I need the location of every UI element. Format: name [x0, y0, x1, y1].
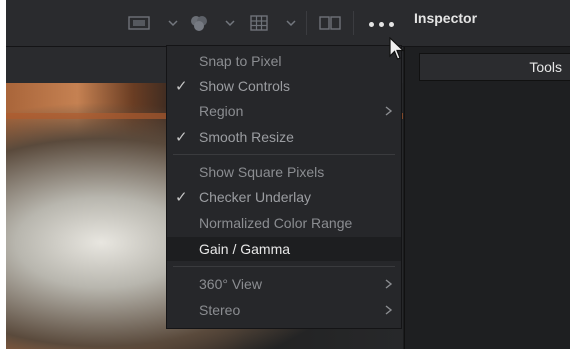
color-channels-icon[interactable]	[186, 14, 212, 32]
check-icon	[175, 211, 189, 235]
chevron-down-icon[interactable]	[225, 15, 235, 27]
chevron-right-icon	[385, 279, 393, 289]
grid-icon[interactable]	[248, 14, 270, 32]
mouse-pointer-icon	[389, 37, 405, 60]
split-view-icon[interactable]	[318, 14, 342, 32]
menu-item-show-square-pixels[interactable]: Show Square Pixels	[167, 160, 401, 184]
menu-item-label: Region	[199, 103, 244, 119]
app-window: Inspector Tools Snap to Pixel ✓ Show Con…	[0, 0, 570, 349]
menu-item-label: Gain / Gamma	[199, 241, 291, 257]
menu-item-gain-gamma[interactable]: Gain / Gamma	[167, 237, 401, 261]
inspector-panel	[404, 47, 570, 349]
menu-divider	[173, 154, 395, 155]
menu-item-checker-underlay[interactable]: ✓ Checker Underlay	[167, 185, 401, 209]
menu-item-snap-to-pixel[interactable]: Snap to Pixel	[167, 49, 401, 73]
menu-item-region[interactable]: Region	[167, 99, 401, 123]
menu-item-label: 360° View	[199, 276, 262, 292]
menu-item-label: Checker Underlay	[199, 189, 312, 205]
chevron-right-icon	[385, 305, 393, 315]
check-icon: ✓	[175, 189, 188, 206]
menu-item-label: Snap to Pixel	[199, 53, 282, 69]
menu-item-label: Show Controls	[199, 78, 291, 94]
more-options-icon[interactable]	[369, 22, 394, 27]
chevron-down-icon[interactable]	[286, 15, 296, 27]
check-icon	[175, 49, 189, 73]
chevron-right-icon	[385, 106, 393, 116]
check-icon	[175, 160, 189, 184]
menu-item-label: Stereo	[199, 302, 241, 318]
viewer-toolbar	[6, 0, 570, 47]
menu-divider	[173, 266, 395, 267]
check-icon: ✓	[175, 129, 188, 146]
chevron-down-icon[interactable]	[168, 15, 178, 27]
menu-item-360-view[interactable]: 360° View	[167, 272, 401, 296]
menu-item-stereo[interactable]: Stereo	[167, 298, 401, 322]
menu-item-smooth-resize[interactable]: ✓ Smooth Resize	[167, 125, 401, 149]
menu-item-normalized-color-range[interactable]: Normalized Color Range	[167, 211, 401, 235]
menu-item-show-controls[interactable]: ✓ Show Controls	[167, 74, 401, 98]
check-icon	[175, 272, 189, 296]
viewer-lut-icon[interactable]	[126, 14, 152, 32]
check-icon	[175, 99, 189, 123]
toolbar-divider	[353, 11, 354, 35]
menu-item-label: Smooth Resize	[199, 129, 294, 145]
tab-tools[interactable]: Tools	[419, 53, 570, 81]
menu-item-label: Normalized Color Range	[199, 215, 353, 231]
check-icon: ✓	[175, 78, 188, 95]
viewer-options-menu: Snap to Pixel ✓ Show Controls Region ✓ S…	[166, 45, 402, 329]
check-icon	[175, 298, 189, 322]
check-icon	[175, 237, 189, 261]
inspector-title[interactable]: Inspector	[414, 10, 477, 26]
toolbar-divider	[306, 11, 307, 35]
menu-item-label: Show Square Pixels	[199, 164, 325, 180]
